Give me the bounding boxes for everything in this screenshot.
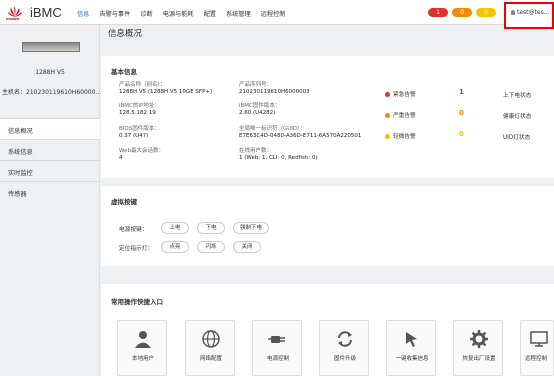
serial-field: 产品序列号： 210230119610H6000003 xyxy=(239,82,310,95)
minor-alarm-count[interactable]: 0 xyxy=(459,130,464,138)
globe-icon xyxy=(202,330,220,348)
power-button-label: 电源按键： xyxy=(119,227,148,233)
server-image xyxy=(22,42,80,52)
main-nav: 信息 告警与事件 诊断 电源与能耗 配置 系统管理 远程控制 xyxy=(77,9,296,18)
minor-alarm-icon xyxy=(385,134,390,139)
shortcut-label: 网络配置 xyxy=(199,356,222,362)
guid-field: 全局唯一标识符（GUID）： E7E63C4D-0480-A36D-E711-6A… xyxy=(239,126,362,139)
shortcut-collect[interactable]: 一键收集信息 xyxy=(386,320,436,376)
ibmc-ip-field: iBMC的IP地址： 128.5.182.19 xyxy=(119,103,160,116)
virtual-buttons-title: 虚拟按键 xyxy=(111,198,137,206)
shortcut-label: 一键收集信息 xyxy=(395,356,429,362)
top-bar: HUAWEI iBMC 信息 告警与事件 诊断 电源与能耗 配置 系统管理 远程… xyxy=(0,0,554,25)
major-alarm-icon xyxy=(385,113,390,118)
web-sessions-field: Web最大会话数： 4 xyxy=(119,148,164,161)
shortcut-remote[interactable]: 远程控制 xyxy=(520,320,554,376)
virtual-buttons-panel: 虚拟按键 电源按键： 上电 下电 强制下电 定位指示灯： 点亮 闪烁 关闭 xyxy=(101,186,554,266)
shortcut-label: 远程控制 xyxy=(524,356,547,362)
sidebar-item-sensors[interactable]: 传感器 xyxy=(0,181,100,202)
major-alarm-count[interactable]: 0 xyxy=(459,109,464,117)
shortcut-label: 本地用户 xyxy=(131,356,154,362)
force-power-off-button[interactable]: 强制下电 xyxy=(233,222,269,234)
power-off-button[interactable]: 下电 xyxy=(197,222,225,234)
major-alarm[interactable]: 严重告警 xyxy=(385,110,416,119)
plug-icon xyxy=(268,336,285,343)
users-icon xyxy=(135,331,151,348)
major-alarm-badge[interactable]: 0 xyxy=(452,8,472,17)
critical-alarm-badge[interactable]: 1 xyxy=(428,8,448,17)
uid-led-status: UID灯状态 xyxy=(503,135,531,141)
critical-alarm[interactable]: 紧急告警 xyxy=(385,89,416,98)
shortcut-label: 固件升级 xyxy=(333,356,356,362)
minor-alarm[interactable]: 轻微告警 xyxy=(385,131,416,140)
nav-system[interactable]: 系统管理 xyxy=(226,9,251,18)
shortcut-network[interactable]: 网络配置 xyxy=(185,320,235,376)
bios-field: BIOS固件版本： 0.37 (U47) xyxy=(119,126,160,139)
refresh-icon xyxy=(338,331,352,347)
uid-blink-button[interactable]: 闪烁 xyxy=(197,241,225,253)
uid-off-button[interactable]: 关闭 xyxy=(233,241,261,253)
user-name: test@tes... xyxy=(517,9,550,16)
online-users-field: 在线用户数： 1 (Web: 1, CLI: 0, Redfish: 0) xyxy=(239,148,318,161)
health-led-status: 健康灯状态 xyxy=(503,114,532,120)
host-name: 主机名：210230119610H60000... xyxy=(2,89,102,96)
basic-info-title: 基本信息 xyxy=(111,68,137,76)
cursor-icon xyxy=(406,332,417,347)
shortcut-factory-reset[interactable]: 恢复出厂设置 xyxy=(453,320,503,376)
shortcuts-title: 常用操作快捷入口 xyxy=(111,298,163,306)
sidebar-item-system-info[interactable]: 系统信息 xyxy=(0,139,100,160)
logo-text: HUAWEI xyxy=(6,17,20,21)
shortcut-local-users[interactable]: 本地用户 xyxy=(117,320,167,376)
uid-on-button[interactable]: 点亮 xyxy=(161,241,189,253)
shortcut-label: 恢复出厂设置 xyxy=(462,356,496,362)
critical-alarm-count[interactable]: 1 xyxy=(459,88,464,96)
page-title: 信息概况 xyxy=(108,29,143,39)
shortcut-label: 电源控制 xyxy=(266,356,289,362)
gear-icon xyxy=(470,330,488,348)
shortcut-power[interactable]: 电源控制 xyxy=(252,320,302,376)
sidebar: 1288H V5 主机名：210230119610H60000... 信息概况 … xyxy=(0,25,102,376)
uid-led-label: 定位指示灯： xyxy=(119,246,154,252)
product-name: iBMC xyxy=(30,5,62,20)
basic-info-panel: 基本信息 产品名称（别名）： 1288H V5 (1288H V5 10GE SF… xyxy=(101,56,554,178)
user-icon xyxy=(511,10,515,15)
ibmc-firmware-field: iBMC固件版本： 2.60 (U4282) xyxy=(239,103,281,116)
sidebar-item-overview[interactable]: 信息概况 xyxy=(0,118,100,139)
nav-info[interactable]: 信息 xyxy=(77,9,89,18)
minor-alarm-badge[interactable]: 0 xyxy=(476,8,496,17)
sidebar-item-monitor[interactable]: 实时监控 xyxy=(0,160,100,181)
monitor-icon xyxy=(530,331,548,347)
nav-remote[interactable]: 远程控制 xyxy=(261,9,286,18)
power-status: 上下电状态 xyxy=(503,93,532,99)
user-menu[interactable]: test@tes... xyxy=(504,2,554,29)
nav-diagnose[interactable]: 诊断 xyxy=(140,9,152,18)
power-on-button[interactable]: 上电 xyxy=(161,222,189,234)
critical-alarm-icon xyxy=(385,92,390,97)
server-model: 1288H V5 xyxy=(35,69,65,76)
nav-config[interactable]: 配置 xyxy=(204,9,216,18)
nav-power[interactable]: 电源与能耗 xyxy=(163,9,194,18)
product-name-field: 产品名称（别名）： 1288H V5 (1288H V5 10GE SFP+) xyxy=(119,82,213,95)
shortcut-firmware[interactable]: 固件升级 xyxy=(319,320,369,376)
nav-alarms[interactable]: 告警与事件 xyxy=(99,9,130,18)
